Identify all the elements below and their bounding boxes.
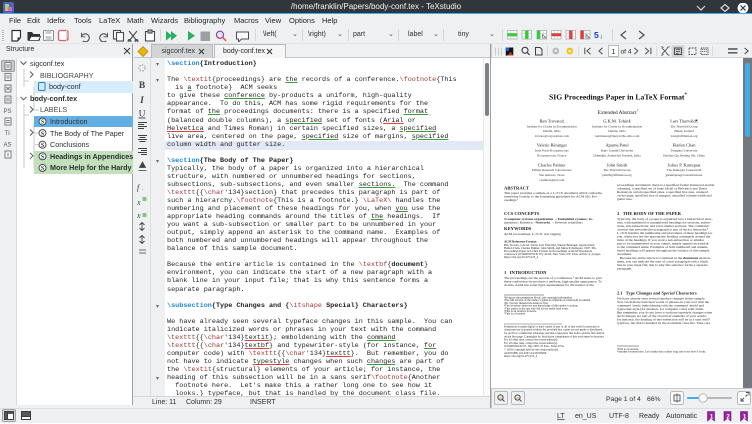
svg-text:Rocquencourt, France: Rocquencourt, France <box>537 154 567 159</box>
svg-text:cpalmers@prl.com: cpalmers@prl.com <box>539 178 565 182</box>
svg-text:gutter size.: gutter size. <box>617 197 633 201</box>
svg-text:CCS CONCEPTS: CCS CONCEPTS <box>504 211 540 216</box>
svg-text:5: 5 <box>594 30 599 40</box>
svg-text:en_US: en_US <box>575 413 597 420</box>
svg-text:2 THE BODY OF THE PAPER: 2 THE BODY OF THE PAPER <box>617 211 682 216</box>
svg-text:The Kumquat Consortium: The Kumquat Consortium <box>667 168 702 172</box>
svg-text:jpkumquat@consortium.net: jpkumquat@consortium.net <box>665 173 703 177</box>
svg-text:⁴Another footnote here. Let’s: ⁴Another footnote here. Let’s make this … <box>617 350 706 354</box>
svg-text:Institute for Clarity in Docum: Institute for Clarity in Documentation <box>527 124 577 128</box>
svg-text:.: . <box>142 186 144 192</box>
svg-text:dundancy; Robotics; •Networks: dundancy; Robotics; •Networks →Network r… <box>504 221 583 225</box>
svg-text:webmaster@marysville-ohio.com: webmaster@marysville-ohio.com <box>595 134 640 138</box>
svg-text:LT: LT <box>557 413 565 420</box>
svg-text:ABSTRACT: ABSTRACT <box>504 186 529 191</box>
svg-text:jsmith@affiliation.org: jsmith@affiliation.org <box>601 173 632 177</box>
svg-text:1: 1 <box>710 414 714 421</box>
svg-text:Palmer Research Laboratories: Palmer Research Laboratories <box>532 168 572 172</box>
svg-text:G.K.M. Tobin§: G.K.M. Tobin§ <box>603 118 631 123</box>
svg-text:Ready: Ready <box>639 413 660 420</box>
svg-text:larst@affiliation.org: larst@affiliation.org <box>671 134 698 138</box>
svg-text:KEYWORDS: KEYWORDS <box>504 226 532 231</box>
svg-text:Inria-Paris-Rocquencourt: Inria-Paris-Rocquencourt <box>535 149 569 153</box>
svg-text:UTF-8: UTF-8 <box>609 413 629 420</box>
svg-text:Lars Thørväld¶: Lars Thørväld¶ <box>670 118 698 123</box>
svg-text:Ben Trovato‡: Ben Trovato‡ <box>539 118 564 123</box>
svg-text:Tsinghua University: Tsinghua University <box>671 149 698 153</box>
svg-text:B: B <box>139 81 146 91</box>
svg-text:Automatic: Automatic <box>666 413 698 420</box>
svg-text:https://doi.org/10.475/123_4: https://doi.org/10.475/123_4 <box>504 354 538 358</box>
svg-text:1: 1 <box>743 414 747 421</box>
svg-text:John Smith: John Smith <box>607 162 628 167</box>
svg-text:Institute for Clarity in Docum: Institute for Clarity in Documentation <box>592 124 642 128</box>
svg-text:typeface, but that is handled: typeface, but that is handled by the doc… <box>617 321 711 326</box>
svg-text:↓: ↓ <box>600 34 604 41</box>
svg-text:f: f <box>137 183 141 192</box>
svg-text:https://doi.org/10.475/123_4: https://doi.org/10.475/123_4 <box>504 255 539 259</box>
svg-text:Julius P. Kumquat: Julius P. Kumquat <box>668 162 701 167</box>
svg-text:ceedings.¹: ceedings.¹ <box>504 198 518 202</box>
svg-text:paragraph.: paragraph. <box>617 267 632 271</box>
svg-text:TI: TI <box>5 131 11 137</box>
svg-text:A: A <box>516 396 519 401</box>
svg-text:Aparna Patel: Aparna Patel <box>605 143 629 148</box>
svg-text:For all other uses, contact th: For all other uses, contact the owner/au… <box>504 341 558 345</box>
svg-text:PS: PS <box>4 109 12 115</box>
svg-text:trovato@corporation.com: trovato@corporation.com <box>535 134 570 138</box>
svg-text:⁷This is a footnote: ⁷This is a footnote <box>504 312 526 316</box>
svg-text:ACM proceedings, LATEX, text t: ACM proceedings, LATEX, text tagging <box>504 232 561 237</box>
svg-text:Haidian Qu, Beijing Shi, China: Haidian Qu, Beijing Shi, China <box>663 154 705 159</box>
svg-text:The Thørväld Group: The Thørväld Group <box>603 168 631 172</box>
svg-text:A: A <box>499 396 502 401</box>
svg-text:Rajiv Gandhi University: Rajiv Gandhi University <box>601 149 634 153</box>
svg-text:U: U <box>139 110 146 120</box>
svg-text:Doimukh, Arunachal Pradesh, In: Doimukh, Arunachal Pradesh, India <box>593 154 641 159</box>
svg-text:1 INTRODUCTION: 1 INTRODUCTION <box>504 270 547 275</box>
svg-text:Charles Palmer: Charles Palmer <box>538 162 566 167</box>
svg-text:I: I <box>139 96 144 106</box>
svg-text:x: x <box>136 198 141 207</box>
svg-text:do this, ACM has some rigid re: do this, ACM has some rigid requirements… <box>504 283 594 288</box>
svg-text:Page 1 of 4: Page 1 of 4 <box>606 396 641 403</box>
svg-text:66%: 66% <box>647 396 661 403</box>
svg-text:The Thørväld Group: The Thørväld Group <box>670 124 698 128</box>
svg-text:Huifen Chan: Huifen Chan <box>672 143 696 148</box>
svg-text:AS: AS <box>4 143 12 149</box>
svg-text:x: x <box>136 211 141 220</box>
svg-text:2.1 Type Changes and Special: 2.1 Type Changes and Special Characters <box>617 291 697 296</box>
svg-text:of 4: of 4 <box>621 49 632 56</box>
svg-text:1: 1 <box>612 49 616 56</box>
svg-text:Valerie Béranger: Valerie Béranger <box>537 143 568 148</box>
svg-text:2: 2 <box>726 414 730 421</box>
